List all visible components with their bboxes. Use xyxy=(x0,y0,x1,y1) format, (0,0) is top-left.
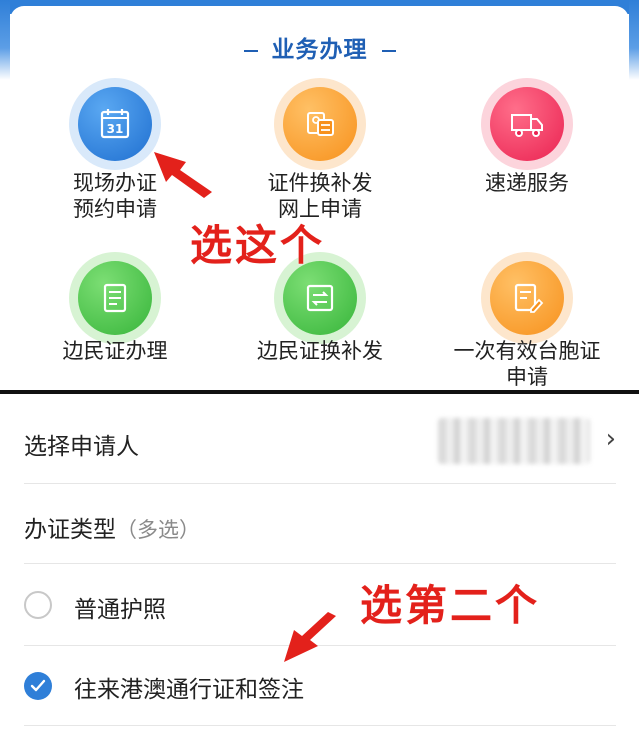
annotation-select-this: 选这个 xyxy=(190,221,326,270)
svg-text:31: 31 xyxy=(107,122,124,136)
service-label: 边民证换补发 xyxy=(257,339,383,363)
service-label: 证件换补发 xyxy=(267,171,373,195)
service-border-pass[interactable]: 边民证办理 xyxy=(15,252,215,382)
edit-document-icon xyxy=(490,261,564,335)
section-title-text: 业务办理 xyxy=(271,37,368,63)
section-title: 业务办理 xyxy=(0,30,639,64)
service-label: 速递服务 xyxy=(485,171,569,195)
option-label: 普通护照 xyxy=(74,597,166,623)
title-dash-left xyxy=(243,49,258,52)
applicant-value-redacted xyxy=(438,418,590,464)
annotation-arrow-icon xyxy=(284,612,336,662)
service-label: 一次有效台胞证 xyxy=(453,339,601,363)
service-express-delivery[interactable]: 速递服务 xyxy=(427,78,627,228)
type-hint: （多选） xyxy=(116,518,200,542)
calendar-icon: 31 xyxy=(78,87,152,161)
annotation-arrow-icon xyxy=(154,152,212,198)
service-label: 申请 xyxy=(506,365,548,389)
service-id-replacement[interactable]: 证件换补发 网上申请 xyxy=(220,78,420,228)
service-panel: 业务办理 31 现场办证 预约申请 证件换补发 网上申请 速递服务 边民证办理 xyxy=(0,0,639,392)
radio-unchecked[interactable] xyxy=(24,591,52,619)
annotation-select-second: 选第二个 xyxy=(360,581,541,630)
service-label: 边民证办理 xyxy=(62,339,168,363)
truck-icon xyxy=(490,87,564,161)
document-icon xyxy=(78,261,152,335)
service-taiwan-permit[interactable]: 一次有效台胞证 申请 xyxy=(427,252,627,392)
title-dash-right xyxy=(381,49,396,52)
type-label: 办证类型（多选） xyxy=(24,510,200,544)
applicant-row[interactable]: 选择申请人 › xyxy=(24,394,616,484)
type-row: 办证类型（多选） xyxy=(24,484,616,564)
id-swap-icon xyxy=(283,87,357,161)
chevron-right-icon: › xyxy=(605,424,616,454)
applicant-label: 选择申请人 xyxy=(24,434,139,460)
check-icon xyxy=(30,679,46,692)
option-label: 往来港澳通行证和签注 xyxy=(74,677,304,703)
radio-checked[interactable] xyxy=(24,672,52,700)
type-label-text: 办证类型 xyxy=(24,517,116,543)
